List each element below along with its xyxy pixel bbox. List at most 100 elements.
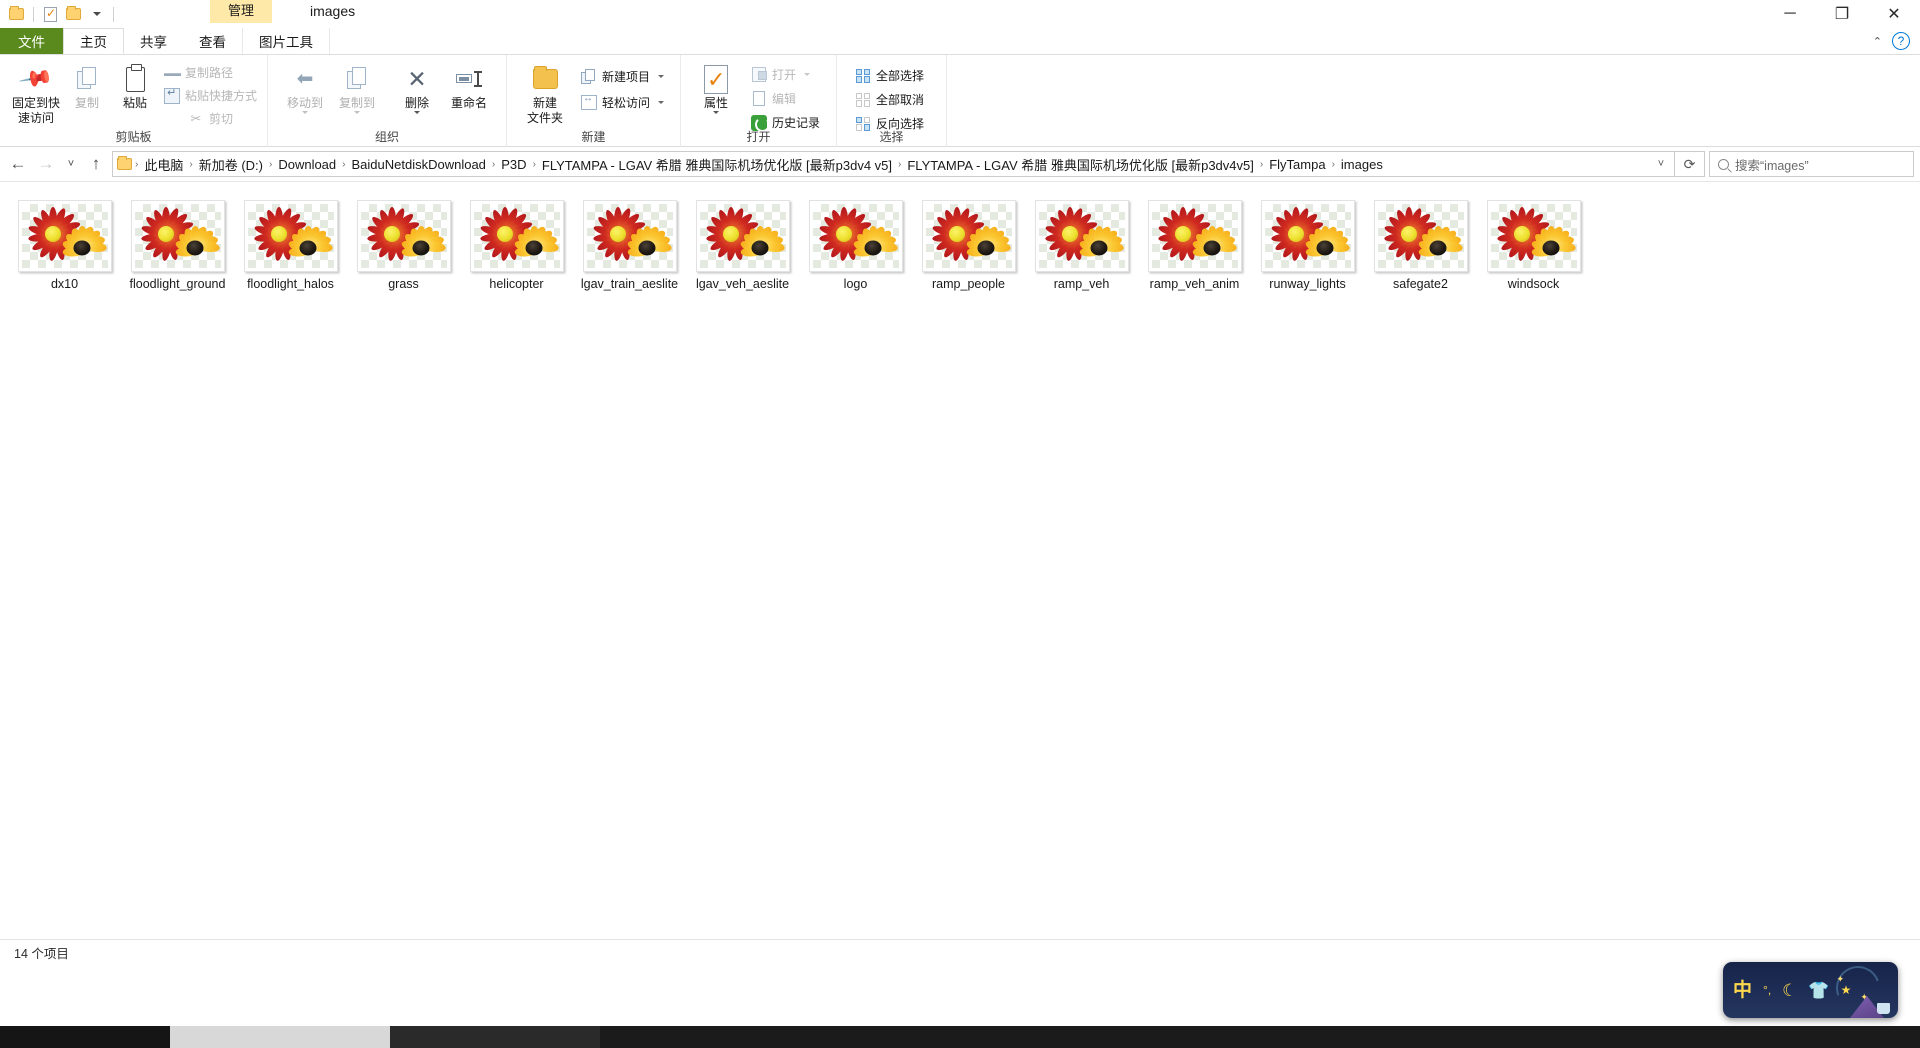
file-thumbnail[interactable] [1034, 200, 1129, 272]
select-none-button[interactable]: 全部取消 [851, 89, 928, 110]
ime-star-icon[interactable]: ★ [1841, 984, 1852, 996]
forward-button[interactable]: → [32, 150, 60, 178]
copy-label: 复制 [74, 96, 99, 110]
delete-dropdown-icon[interactable] [414, 111, 421, 114]
file-thumbnail[interactable] [921, 200, 1016, 272]
file-item[interactable]: helicopter [460, 194, 573, 292]
taskbar-segment-rest [600, 1026, 1920, 1048]
file-thumbnail[interactable] [808, 200, 903, 272]
file-item[interactable]: grass [347, 194, 460, 292]
explorer-folder-icon[interactable] [6, 4, 27, 25]
file-thumbnail[interactable] [695, 200, 790, 272]
properties-button[interactable]: 属性 [693, 58, 739, 114]
properties-icon[interactable] [40, 4, 61, 25]
breadcrumb-item-p3d[interactable]: P3D [496, 155, 531, 174]
copy-to-icon [347, 63, 367, 95]
ime-punctuation-button[interactable]: °, [1763, 984, 1771, 996]
ime-language-mode-button[interactable]: 中 [1733, 981, 1752, 1000]
breadcrumb-item-flytampa-lgav-2[interactable]: FLYTAMPA - LGAV 希腊 雅典国际机场优化版 [最新p3dv4v5] [902, 153, 1259, 176]
copy-to-dropdown-icon[interactable] [354, 111, 361, 114]
contextual-tab-label: 管理 [210, 0, 273, 23]
back-button[interactable]: ← [4, 150, 32, 178]
breadcrumb-item-this-pc[interactable]: 此电脑 [139, 153, 188, 176]
select-all-button[interactable]: 全部选择 [851, 65, 928, 86]
ime-moon-icon[interactable]: ☾ [1782, 982, 1797, 999]
file-item[interactable]: dx10 [8, 194, 121, 292]
file-thumbnail[interactable] [1486, 200, 1581, 272]
open-small-commands: 打开 编辑 历史记录 [747, 58, 824, 133]
file-thumbnail[interactable] [243, 200, 338, 272]
copy-to-button[interactable]: 复制到 [334, 58, 380, 114]
paste-shortcut-button[interactable]: 粘贴快捷方式 [160, 85, 261, 106]
copy-button[interactable]: 复制 [64, 58, 110, 110]
file-thumbnail[interactable] [1373, 200, 1468, 272]
file-thumbnail[interactable] [1260, 200, 1355, 272]
up-button[interactable]: ↑ [82, 150, 110, 178]
file-item[interactable]: lgav_veh_aeslite [686, 194, 799, 292]
copy-path-button[interactable]: ▬▬ 复制路径 [160, 62, 261, 83]
delete-button[interactable]: ✕ 删除 [394, 58, 440, 114]
collapse-ribbon-icon[interactable]: ⌃ [1873, 35, 1882, 48]
file-name-label: ramp_veh_anim [1149, 277, 1240, 291]
new-folder-button[interactable]: 新建 文件夹 [519, 58, 571, 125]
file-item[interactable]: floodlight_halos [234, 194, 347, 292]
easy-access-dropdown-icon[interactable] [658, 101, 665, 104]
minimize-button[interactable]: ─ [1764, 0, 1816, 28]
tab-file[interactable]: 文件 [0, 28, 63, 54]
file-thumbnail[interactable] [469, 200, 564, 272]
properties-dropdown-icon[interactable] [713, 111, 720, 114]
file-thumbnail[interactable] [17, 200, 112, 272]
address-path-box[interactable]: › 此电脑 › 新加卷 (D:) › Download › BaiduNetdi… [112, 151, 1675, 177]
file-list-view[interactable]: dx10 floodlight_ground floodlight_halos gra… [0, 181, 1920, 987]
chevron-down-icon[interactable] [86, 4, 107, 25]
refresh-button[interactable]: ⟳ [1675, 151, 1705, 177]
open-dropdown-icon[interactable] [804, 73, 811, 76]
taskbar[interactable] [0, 1026, 1920, 1048]
new-item-dropdown-icon[interactable] [658, 75, 665, 78]
search-input[interactable]: 搜索“images” [1709, 151, 1914, 177]
file-item[interactable]: ramp_veh_anim [1138, 194, 1251, 292]
paste-button[interactable]: 粘贴 [112, 58, 158, 110]
breadcrumb-item-flytampa-lgav-1[interactable]: FLYTAMPA - LGAV 希腊 雅典国际机场优化版 [最新p3dv4 v5… [537, 153, 897, 176]
file-thumbnail[interactable] [356, 200, 451, 272]
edit-button[interactable]: 编辑 [747, 88, 824, 109]
tab-home[interactable]: 主页 [63, 28, 124, 54]
breadcrumb-item-download[interactable]: Download [273, 155, 341, 174]
file-item[interactable]: runway_lights [1251, 194, 1364, 292]
breadcrumb-item-images[interactable]: images [1336, 155, 1388, 174]
ime-skin-icon[interactable]: 👕 [1808, 982, 1829, 999]
file-thumbnail[interactable] [582, 200, 677, 272]
file-item[interactable]: ramp_people [912, 194, 1025, 292]
move-to-dropdown-icon[interactable] [302, 111, 309, 114]
file-item[interactable]: lgav_train_aeslite [573, 194, 686, 292]
thumbnail-image [1151, 204, 1238, 268]
file-item[interactable]: ramp_veh [1025, 194, 1138, 292]
file-item[interactable]: floodlight_ground [121, 194, 234, 292]
pin-to-quick-access-button[interactable]: 📌 固定到快 速访问 [10, 58, 62, 125]
maximize-button[interactable]: ❐ [1816, 0, 1868, 28]
open-button[interactable]: 打开 [747, 64, 824, 85]
quick-access-toolbar [0, 0, 118, 28]
recent-locations-button[interactable]: ˅ [60, 150, 82, 178]
easy-access-button[interactable]: 轻松访问 [577, 92, 668, 113]
file-item[interactable]: safegate2 [1364, 194, 1477, 292]
help-icon[interactable]: ? [1892, 32, 1910, 50]
cut-button[interactable]: ✂ 剪切 [184, 108, 261, 129]
breadcrumb-item-drive-d[interactable]: 新加卷 (D:) [194, 153, 268, 176]
breadcrumb-item-flytampa[interactable]: FlyTampa [1264, 155, 1330, 174]
close-button[interactable]: ✕ [1868, 0, 1920, 28]
file-item[interactable]: windsock [1477, 194, 1590, 292]
file-item[interactable]: logo [799, 194, 912, 292]
tab-picture-tools[interactable]: 图片工具 [242, 28, 330, 54]
new-item-button[interactable]: 新建项目 [577, 66, 668, 87]
file-thumbnail[interactable] [130, 200, 225, 272]
ime-floating-bar[interactable]: ✦ ✦ 中 °, ☾ 👕 ★ [1723, 962, 1898, 1018]
breadcrumb-item-baidunetdiskdownload[interactable]: BaiduNetdiskDownload [347, 155, 491, 174]
new-folder-icon[interactable] [63, 4, 84, 25]
address-history-caret-icon[interactable]: ˅ [1650, 152, 1672, 176]
move-to-button[interactable]: ⬅ 移动到 [282, 58, 328, 114]
rename-button[interactable]: 重命名 [446, 58, 492, 110]
tab-view[interactable]: 查看 [183, 28, 242, 54]
tab-share[interactable]: 共享 [124, 28, 183, 54]
file-thumbnail[interactable] [1147, 200, 1242, 272]
